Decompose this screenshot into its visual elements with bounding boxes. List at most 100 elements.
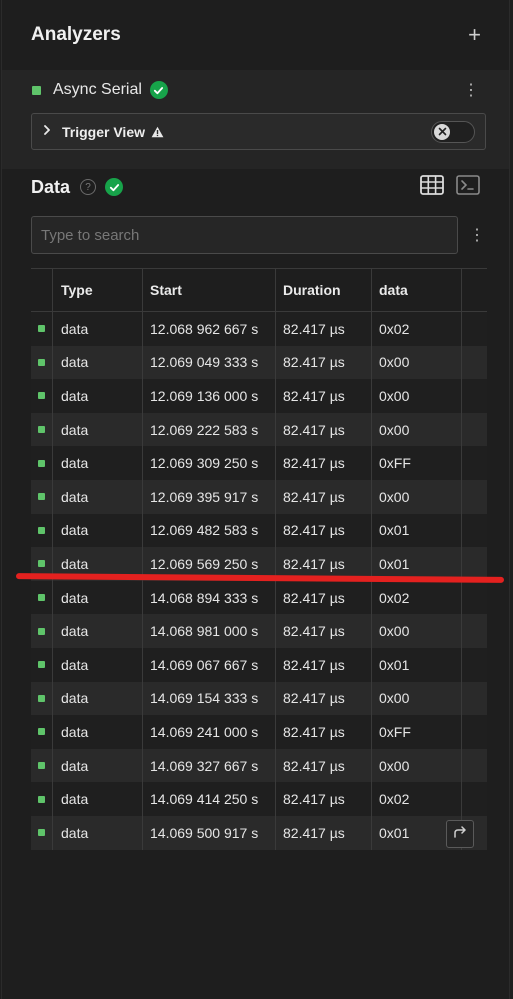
cell-spacer: [462, 682, 487, 716]
table-row[interactable]: data 14.068 981 000 s 82.417 µs 0x00: [31, 614, 487, 648]
cell-data: 0x01: [372, 647, 462, 682]
analyzer-section: Async Serial ⋮ Trigger View: [2, 70, 509, 169]
cell-duration: 82.417 µs: [276, 647, 372, 682]
row-color-indicator: [38, 627, 45, 635]
cell-spacer: [462, 346, 487, 380]
cell-spacer: [462, 312, 487, 346]
cell-duration: 82.417 µs: [276, 312, 372, 346]
cell-data: 0x00: [372, 748, 462, 783]
row-indicator: [31, 446, 53, 480]
row-color-indicator: [38, 694, 45, 702]
table-row[interactable]: data 12.068 962 667 s 82.417 µs 0x02: [31, 312, 487, 346]
cell-start: 14.069 327 667 s: [143, 748, 276, 783]
row-indicator: [31, 815, 53, 850]
cell-type: data: [53, 715, 143, 749]
search-box: [31, 216, 458, 254]
row-indicator: [31, 412, 53, 447]
row-color-indicator: [38, 661, 45, 669]
table-row[interactable]: data 14.069 241 000 s 82.417 µs 0xFF: [31, 715, 487, 749]
cell-start: 12.068 962 667 s: [143, 312, 276, 346]
column-header-data[interactable]: data: [372, 269, 462, 311]
cell-spacer: [462, 715, 487, 749]
cell-spacer: [462, 413, 487, 447]
row-color-indicator: [38, 728, 45, 736]
row-color-indicator: [38, 426, 45, 434]
jump-to-latest-button[interactable]: [446, 820, 474, 848]
cell-start: 14.069 414 250 s: [143, 782, 276, 816]
table-row[interactable]: data 12.069 482 583 s 82.417 µs 0x01: [31, 513, 487, 548]
table-row[interactable]: data 12.069 309 250 s 82.417 µs 0xFF: [31, 446, 487, 480]
table-row[interactable]: data 14.069 500 917 s 82.417 µs 0x01: [31, 815, 487, 850]
trigger-view-label: Trigger View: [62, 123, 145, 140]
cell-duration: 82.417 µs: [276, 614, 372, 648]
row-indicator: [31, 345, 53, 380]
table-header-row: Type Start Duration data: [31, 268, 487, 312]
cell-data: 0x02: [372, 580, 462, 615]
table-view-icon[interactable]: [420, 174, 444, 200]
cell-start: 12.069 482 583 s: [143, 513, 276, 548]
column-header-type[interactable]: Type: [53, 269, 143, 311]
cell-data: 0x00: [372, 345, 462, 380]
trigger-view-bar[interactable]: Trigger View: [31, 113, 486, 150]
row-color-indicator: [38, 358, 45, 366]
cell-spacer: [462, 446, 487, 480]
cell-duration: 82.417 µs: [276, 748, 372, 783]
analyzer-menu-button[interactable]: ⋮: [463, 80, 479, 100]
cell-type: data: [53, 614, 143, 648]
table-row[interactable]: data 12.069 136 000 s 82.417 µs 0x00: [31, 379, 487, 413]
data-menu-button[interactable]: ⋮: [469, 225, 485, 245]
row-color-indicator: [38, 829, 45, 837]
cell-data: 0x00: [372, 412, 462, 447]
table-row[interactable]: data 14.069 154 333 s 82.417 µs 0x00: [31, 681, 487, 716]
cell-spacer: [462, 581, 487, 615]
analyzer-item-async-serial[interactable]: Async Serial ⋮: [2, 70, 509, 110]
cell-spacer: [462, 379, 487, 413]
cell-data: 0xFF: [372, 446, 462, 480]
row-indicator: [31, 681, 53, 716]
table-row[interactable]: data 14.069 067 667 s 82.417 µs 0x01: [31, 647, 487, 682]
row-indicator: [31, 614, 53, 648]
cell-spacer: [462, 514, 487, 548]
cell-start: 14.069 154 333 s: [143, 681, 276, 716]
column-header-duration[interactable]: Duration: [276, 269, 372, 311]
cell-duration: 82.417 µs: [276, 446, 372, 480]
row-indicator: [31, 715, 53, 749]
analyzers-header: Analyzers +: [2, 0, 509, 70]
cell-start: 12.069 222 583 s: [143, 412, 276, 447]
cell-duration: 82.417 µs: [276, 379, 372, 413]
cell-start: 12.069 136 000 s: [143, 379, 276, 413]
cell-duration: 82.417 µs: [276, 782, 372, 816]
chevron-right-icon[interactable]: [42, 124, 56, 139]
table-row[interactable]: data 12.069 222 583 s 82.417 µs 0x00: [31, 412, 487, 447]
table-row[interactable]: data 12.069 395 917 s 82.417 µs 0x00: [31, 479, 487, 514]
table-row[interactable]: data 12.069 049 333 s 82.417 µs 0x00: [31, 345, 487, 380]
row-color-indicator: [38, 526, 45, 534]
cell-start: 14.069 241 000 s: [143, 715, 276, 749]
terminal-view-icon[interactable]: [456, 174, 480, 200]
trigger-view-toggle[interactable]: [431, 120, 475, 143]
search-input[interactable]: [32, 217, 457, 253]
row-indicator: [31, 580, 53, 615]
cell-duration: 82.417 µs: [276, 681, 372, 716]
add-analyzer-button[interactable]: +: [468, 24, 481, 46]
cell-type: data: [53, 815, 143, 850]
row-indicator: [31, 379, 53, 413]
row-color-indicator: [38, 459, 45, 467]
cell-type: data: [53, 412, 143, 447]
table-row[interactable]: data 14.069 414 250 s 82.417 µs 0x02: [31, 782, 487, 816]
column-header-start[interactable]: Start: [143, 269, 276, 311]
cell-spacer: [462, 648, 487, 682]
cell-type: data: [53, 479, 143, 514]
table-row[interactable]: data 14.069 327 667 s 82.417 µs 0x00: [31, 748, 487, 783]
row-indicator: [31, 782, 53, 816]
data-title: Data: [31, 176, 71, 197]
row-indicator: [31, 312, 53, 346]
cell-type: data: [53, 647, 143, 682]
cell-type: data: [53, 513, 143, 548]
cell-data: 0x00: [372, 614, 462, 648]
cell-data: 0x01: [372, 513, 462, 548]
table-row[interactable]: data 14.068 894 333 s 82.417 µs 0x02: [31, 580, 487, 615]
cell-type: data: [53, 580, 143, 615]
data-header: Data ?: [2, 170, 509, 204]
help-icon[interactable]: ?: [80, 179, 97, 195]
